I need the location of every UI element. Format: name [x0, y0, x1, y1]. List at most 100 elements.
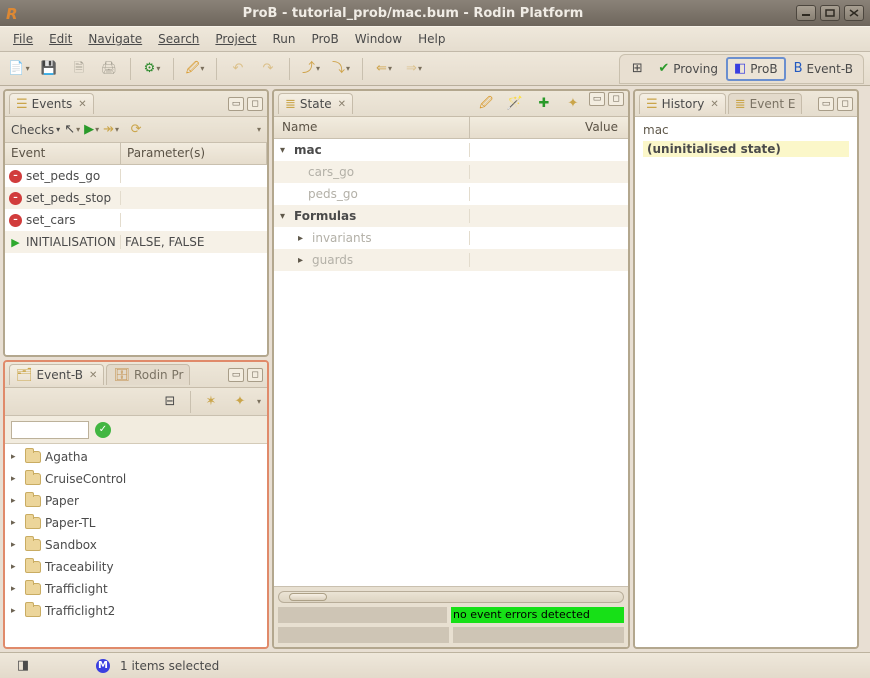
view-menu[interactable] [256, 118, 261, 142]
chevron-right-icon[interactable]: ▸ [11, 518, 21, 528]
save-button[interactable]: 💾 [36, 57, 62, 81]
perspective-eventb[interactable]: B Event-B [788, 59, 859, 79]
col-value[interactable]: Value [470, 117, 628, 138]
wand-button[interactable]: 🪄 [502, 92, 528, 116]
project-row[interactable]: ▸Trafficlight2 [5, 600, 267, 622]
project-row[interactable]: ▸Agatha [5, 446, 267, 468]
checks-menu[interactable]: Checks [11, 123, 60, 137]
state-row[interactable]: ▾mac [274, 139, 628, 161]
chevron-right-icon[interactable]: ▸ [298, 255, 308, 266]
col-name[interactable]: Name [274, 117, 470, 138]
filter-input[interactable] [11, 421, 89, 439]
view-menu-button[interactable] [256, 390, 261, 414]
pointer-tool[interactable]: ↖ [64, 118, 80, 142]
save-all-button[interactable]: 🗎 [66, 57, 92, 81]
minimize-view-button[interactable]: ▭ [589, 92, 605, 106]
minimize-button[interactable] [796, 5, 816, 21]
maximize-view-button[interactable]: ◻ [247, 368, 263, 382]
close-icon[interactable]: ✕ [78, 99, 86, 110]
rodin-icon: 🗄 [113, 369, 130, 382]
settings-button[interactable]: ✦ [560, 92, 586, 116]
event-row[interactable]: –set_peds_go [5, 165, 267, 187]
chevron-down-icon[interactable]: ▾ [280, 211, 290, 222]
perspective-prob[interactable]: ◧ ProB [726, 57, 786, 81]
chevron-right-icon[interactable]: ▸ [11, 606, 21, 616]
history-entry[interactable]: (uninitialised state) [643, 141, 849, 157]
menu-prob[interactable]: ProB [304, 29, 345, 49]
menu-window[interactable]: Window [348, 29, 409, 49]
add-plus-button[interactable]: ✚ [531, 92, 557, 116]
chevron-right-icon[interactable]: ▸ [11, 562, 21, 572]
event-row[interactable]: –set_peds_stop [5, 187, 267, 209]
chevron-right-icon[interactable]: ▸ [11, 496, 21, 506]
chevron-right-icon[interactable]: ▸ [11, 474, 21, 484]
horizontal-scrollbar[interactable] [278, 591, 624, 603]
minimize-view-button[interactable]: ▭ [228, 368, 244, 382]
chevron-right-icon[interactable]: ▸ [298, 233, 308, 244]
event-row[interactable]: INITIALISATIONFALSE, FALSE [5, 231, 267, 253]
minimize-view-button[interactable]: ▭ [228, 97, 244, 111]
close-icon[interactable]: ✕ [89, 370, 97, 381]
run-button[interactable]: ⚙ [139, 57, 165, 81]
back-button[interactable]: ⇐ [371, 57, 397, 81]
print-button[interactable]: 🖨 [96, 57, 122, 81]
project-row[interactable]: ▸Trafficlight [5, 578, 267, 600]
maximize-button[interactable] [820, 5, 840, 21]
perspective-proving[interactable]: ✔ Proving [652, 59, 724, 79]
undo-button[interactable]: ↶ [225, 57, 251, 81]
state-row[interactable]: cars_go [274, 161, 628, 183]
highlight-button[interactable]: 🖉 [473, 92, 499, 116]
maximize-view-button[interactable]: ◻ [608, 92, 624, 106]
new-button[interactable]: 📄 [6, 57, 32, 81]
new-component-button[interactable]: ✦ [227, 390, 253, 414]
tab-rodin-pr[interactable]: 🗄 Rodin Pr [106, 364, 190, 385]
project-row[interactable]: ▸CruiseControl [5, 468, 267, 490]
nav-button-1[interactable]: ⤴ [298, 57, 324, 81]
nav-button-2[interactable]: ⤵ [328, 57, 354, 81]
close-icon[interactable]: ✕ [710, 99, 718, 110]
menu-project[interactable]: Project [208, 29, 263, 49]
project-row[interactable]: ▸Paper [5, 490, 267, 512]
menu-edit[interactable]: Edit [42, 29, 79, 49]
state-row[interactable]: ▾Formulas [274, 205, 628, 227]
project-row[interactable]: ▸Traceability [5, 556, 267, 578]
menu-run[interactable]: Run [265, 29, 302, 49]
forward-button[interactable]: ⇒ [401, 57, 427, 81]
project-row[interactable]: ▸Sandbox [5, 534, 267, 556]
minimize-view-button[interactable]: ▭ [818, 97, 834, 111]
chevron-right-icon[interactable]: ▸ [11, 584, 21, 594]
state-row[interactable]: ▸guards [274, 249, 628, 271]
tab-evente[interactable]: ≣ Event E [728, 93, 803, 114]
play-tool[interactable]: ▶ [84, 118, 99, 142]
menu-file[interactable]: File [6, 29, 40, 49]
col-event[interactable]: Event [5, 143, 121, 164]
chevron-right-icon[interactable]: ▸ [11, 540, 21, 550]
chevron-down-icon[interactable]: ▾ [280, 145, 290, 156]
col-params[interactable]: Parameter(s) [121, 143, 267, 164]
fast-view-button[interactable]: ◨ [10, 654, 36, 678]
collapse-all-button[interactable]: ⊟ [157, 390, 183, 414]
menu-search[interactable]: Search [151, 29, 206, 49]
new-project-button[interactable]: ✶ [198, 390, 224, 414]
redo-button[interactable]: ↷ [255, 57, 281, 81]
project-row[interactable]: ▸Paper-TL [5, 512, 267, 534]
open-perspective-button[interactable]: ⊞ [624, 57, 650, 81]
menu-help[interactable]: Help [411, 29, 452, 49]
close-icon[interactable]: ✕ [338, 99, 346, 110]
menu-navigate[interactable]: Navigate [81, 29, 149, 49]
maximize-view-button[interactable]: ◻ [247, 97, 263, 111]
chevron-right-icon[interactable]: ▸ [11, 452, 21, 462]
arrow-tool[interactable]: ↠ [103, 118, 119, 142]
tab-state[interactable]: ≣ State ✕ [278, 93, 353, 114]
tab-eventb-explorer[interactable]: 🗂 Event-B ✕ [9, 364, 104, 385]
event-row[interactable]: –set_cars [5, 209, 267, 231]
state-row[interactable]: peds_go [274, 183, 628, 205]
edit-pen-button[interactable]: 🖉 [182, 57, 208, 81]
maximize-view-button[interactable]: ◻ [837, 97, 853, 111]
close-button[interactable] [844, 5, 864, 21]
tab-events[interactable]: ☰ Events ✕ [9, 93, 94, 114]
refresh-tool[interactable]: ⟳ [123, 118, 149, 142]
window-controls [796, 5, 864, 21]
state-row[interactable]: ▸invariants [274, 227, 628, 249]
tab-history[interactable]: ☰ History ✕ [639, 93, 726, 114]
